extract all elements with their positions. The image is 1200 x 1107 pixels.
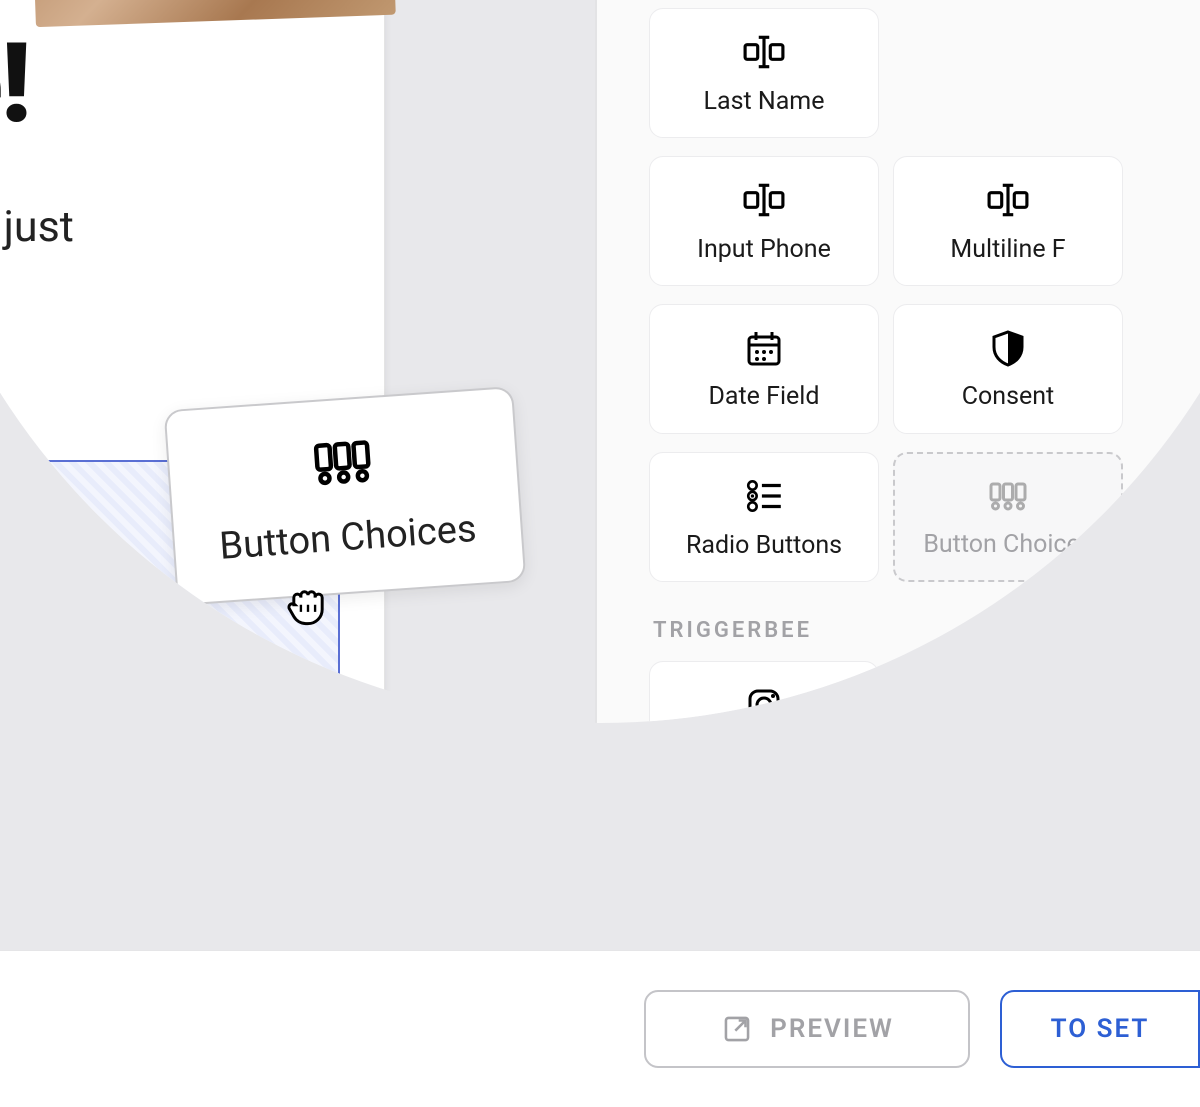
section-label-triggerbee: TRIGGERBEE (617, 582, 1180, 661)
button-choices-icon (986, 476, 1030, 516)
shield-icon (988, 328, 1028, 368)
fields-sidebar: Last Name Input Phone Multiline F Date F… (595, 0, 1200, 950)
field-tile-last-name[interactable]: Last Name (649, 8, 879, 138)
primary-button-label: TO SET (1051, 1014, 1150, 1044)
tile-label: Input Phone (697, 235, 831, 264)
tile-label: Last Name (704, 87, 825, 116)
tile-label: Radio Buttons (686, 531, 842, 560)
calendar-icon (744, 328, 784, 368)
tile-discount-code[interactable]: Discount Code (893, 661, 1123, 791)
grab-cursor-icon (282, 574, 334, 626)
tile-label: Discount Code (927, 739, 1090, 768)
headline-fragment: ee! (0, 19, 29, 148)
hero-image (26, 0, 396, 27)
dragging-tile-label: Button Choices (218, 507, 478, 569)
footer-bar: PREVIEW TO SET (0, 950, 1200, 1107)
external-link-icon (720, 1012, 754, 1046)
preview-button[interactable]: PREVIEW (644, 990, 970, 1068)
canvas-preview[interactable]: ee! r you, just much Button Choices (0, 0, 595, 950)
tile-social-media-follow[interactable]: Social media follow (649, 661, 879, 791)
tile-label: Social media follow (655, 739, 872, 768)
field-tile-input-phone[interactable]: Input Phone (649, 156, 879, 286)
instagram-icon (744, 685, 784, 725)
tile-label: Multiline F (950, 235, 1065, 264)
field-tile-radio-buttons[interactable]: Radio Buttons (649, 452, 879, 582)
tile-label: Date Field (709, 382, 820, 411)
subtext: r you, just much (0, 201, 74, 309)
tile-label: Deadline (716, 887, 813, 916)
discount-ticket-icon (982, 685, 1034, 725)
radio-list-icon (743, 475, 785, 517)
alarm-clock-icon (744, 833, 784, 873)
text-input-icon (987, 179, 1029, 221)
text-input-icon (743, 179, 785, 221)
tile-deadline[interactable]: Deadline (649, 809, 879, 939)
dragging-tile-button-choices[interactable]: Button Choices (164, 386, 527, 606)
field-tile-consent[interactable]: Consent (893, 304, 1123, 434)
button-choices-icon (303, 430, 383, 495)
subtext-line1: r you, just (0, 202, 74, 252)
field-tile-multiline[interactable]: Multiline F (893, 156, 1123, 286)
tile-label: Consent (962, 382, 1054, 411)
preview-button-label: PREVIEW (770, 1014, 894, 1044)
text-input-icon (743, 31, 785, 73)
to-settings-button[interactable]: TO SET (1000, 990, 1200, 1068)
field-tile-button-choices-ghost[interactable]: Button Choices (893, 452, 1123, 582)
field-tile-date[interactable]: Date Field (649, 304, 879, 434)
tile-label: Button Choices (923, 530, 1092, 559)
